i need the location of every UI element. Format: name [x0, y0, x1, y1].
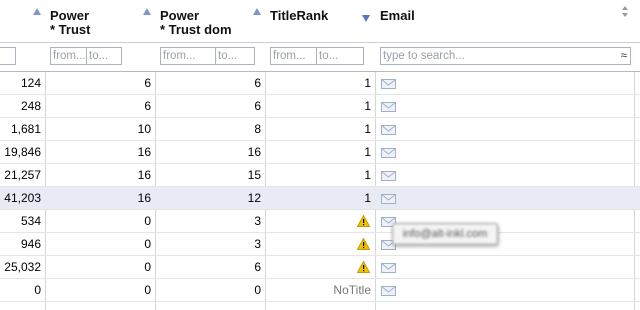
table-cell: 1: [364, 122, 371, 136]
filter-row: from... to... from... to... from... to..…: [0, 43, 640, 72]
table-cell: 946: [20, 237, 41, 251]
header-power-trust-dom[interactable]: Power * Trust dom: [156, 0, 265, 42]
header-title: TitleRank: [270, 8, 329, 23]
table-cell: 16: [247, 145, 261, 159]
table-cell: [266, 233, 371, 255]
email-icon[interactable]: [381, 285, 396, 296]
table-row[interactable]: 124 6 6 1: [0, 72, 640, 95]
table-cell: 248: [20, 99, 41, 113]
filter-from-input[interactable]: from...: [50, 47, 87, 65]
table-cell: 16: [137, 145, 151, 159]
table-cell: 124: [20, 76, 41, 90]
table-row[interactable]: 248 6 6 1: [0, 95, 640, 118]
clear-filter-icon[interactable]: ≈: [621, 48, 627, 64]
table-cell: 534: [20, 214, 41, 228]
header-title-rank[interactable]: TitleRank: [266, 0, 375, 42]
table-cell: 8: [254, 122, 261, 136]
table-row[interactable]: 534 0 3: [0, 210, 640, 233]
email-icon[interactable]: [381, 147, 396, 158]
table-row[interactable]: 19,846 16 16 1: [0, 141, 640, 164]
warning-icon[interactable]: [356, 237, 371, 250]
filter-from-input[interactable]: from...: [160, 47, 216, 65]
table-cell: 3: [254, 214, 261, 228]
table-cell: 6: [254, 260, 261, 274]
table-cell: 12: [247, 191, 261, 205]
table-cell: NoTitle: [333, 283, 371, 297]
email-icon[interactable]: [381, 193, 396, 204]
table-cell: 16: [137, 191, 151, 205]
table-row[interactable]: 21,257 16 15 1: [0, 164, 640, 187]
email-icon[interactable]: [381, 262, 396, 273]
header-title: Power * Trust dom: [160, 8, 232, 37]
table-cell: 3: [254, 237, 261, 251]
scroll-up-icon[interactable]: [622, 6, 628, 10]
table-cell: 1: [364, 76, 371, 90]
sort-asc-icon[interactable]: [253, 8, 261, 15]
table-cell: 15: [247, 168, 261, 182]
filter-to-input[interactable]: to...: [316, 47, 364, 65]
email-search-placeholder: type to search...: [383, 50, 465, 62]
table-row[interactable]: 946 0 3: [0, 233, 640, 256]
grid-header: Power * Trust Power * Trust dom TitleRank …: [0, 0, 640, 43]
table-cell: 1: [364, 191, 371, 205]
table-cell: 6: [254, 99, 261, 113]
table-cell: 0: [144, 283, 151, 297]
table-cell: 10: [137, 122, 151, 136]
sort-asc-icon[interactable]: [33, 8, 41, 15]
table-row[interactable]: 0 0 0 NoTitle: [0, 279, 640, 302]
table-cell: 0: [254, 283, 261, 297]
filter-to-input[interactable]: to...: [215, 47, 255, 65]
header-power-trust[interactable]: Power * Trust: [46, 0, 155, 42]
header-email[interactable]: Email: [376, 0, 634, 42]
table-cell: 41,203: [4, 191, 41, 205]
header-title: Email: [380, 8, 415, 23]
table-cell: 0: [144, 260, 151, 274]
sort-asc-icon[interactable]: [143, 8, 151, 15]
scroll-down-icon[interactable]: [622, 13, 628, 17]
table-cell: 6: [144, 99, 151, 113]
header-title: Power * Trust: [50, 8, 91, 37]
table-cell: [266, 256, 371, 278]
table-cell: 6: [144, 76, 151, 90]
sort-desc-icon[interactable]: [362, 15, 370, 22]
email-icon[interactable]: [381, 170, 396, 181]
warning-icon[interactable]: [356, 260, 371, 273]
email-icon[interactable]: [381, 101, 396, 112]
data-grid: Power * Trust Power * Trust dom TitleRank …: [0, 0, 640, 310]
table-cell: 0: [144, 237, 151, 251]
email-tooltip: info@alt-inkl.com: [392, 223, 498, 245]
email-icon[interactable]: [381, 124, 396, 135]
table-cell: 1: [364, 99, 371, 113]
table-cell: 1: [364, 168, 371, 182]
table-cell: 1: [364, 145, 371, 159]
filter-from-input[interactable]: from...: [270, 47, 317, 65]
table-cell: 0: [34, 283, 41, 297]
table-cell: 19,846: [4, 145, 41, 159]
warning-icon[interactable]: [356, 214, 371, 227]
table-cell: 16: [137, 168, 151, 182]
table-cell: 6: [254, 76, 261, 90]
table-row[interactable]: 25,032 0 6: [0, 256, 640, 279]
filter-to-input[interactable]: to...: [86, 47, 122, 65]
table-cell: 1,681: [10, 122, 41, 136]
email-icon[interactable]: [381, 78, 396, 89]
email-search-input[interactable]: type to search... ≈: [380, 47, 631, 65]
table-row[interactable]: 1,681 10 8 1: [0, 118, 640, 141]
table-cell: 0: [144, 214, 151, 228]
filter-to-input[interactable]: [0, 47, 16, 65]
table-cell: 21,257: [4, 168, 41, 182]
table-cell: 25,032: [4, 260, 41, 274]
table-cell: [266, 210, 371, 232]
table-row[interactable]: 41,203 16 12 1: [0, 187, 640, 210]
